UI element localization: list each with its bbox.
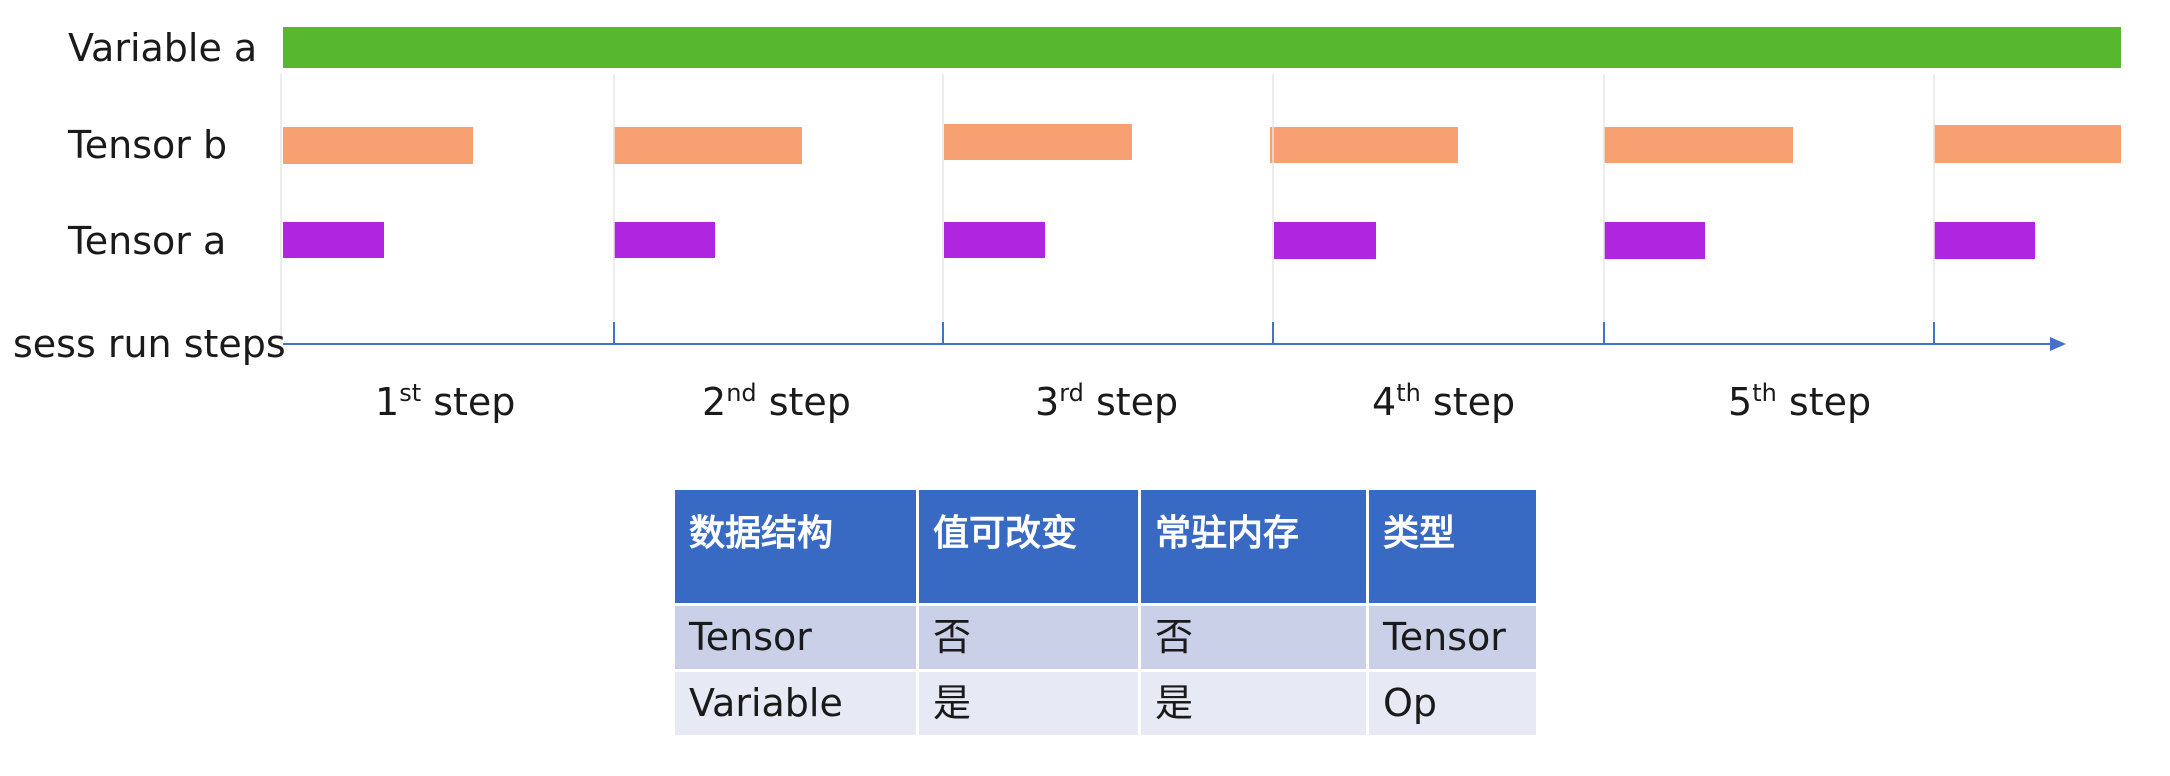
table-header-type: 类型 (1366, 487, 1539, 606)
table-cell: 否 (1138, 603, 1369, 672)
bar-tensor-b (944, 124, 1132, 160)
row-label-variable-a: Variable a (68, 26, 257, 70)
table-cell: Op (1366, 669, 1539, 738)
step-label-5: 5th step (1728, 379, 1871, 424)
table-cell: Tensor (1366, 603, 1539, 672)
table-row: Variable 是 是 Op (672, 669, 1539, 738)
bar-tensor-b (283, 127, 473, 164)
data-structure-table: 数据结构 值可改变 常驻内存 类型 Tensor 否 否 Tensor Vari… (672, 487, 1539, 738)
table-cell: 是 (916, 669, 1141, 738)
bar-tensor-b (1270, 127, 1458, 163)
axis-arrow (2050, 337, 2066, 351)
bar-tensor-b (614, 127, 802, 164)
step-divider-lines (280, 74, 1935, 344)
table-cell: 是 (1138, 669, 1369, 738)
timeline-axis (283, 322, 2066, 351)
table-cell: Tensor (672, 603, 919, 672)
axis-label: sess run steps (13, 322, 286, 366)
bar-tensor-a (1934, 222, 2035, 259)
row-label-tensor-a: Tensor a (67, 219, 226, 263)
bar-tensor-a (283, 222, 384, 258)
bar-tensor-a (944, 222, 1045, 258)
table-cell: Variable (672, 669, 919, 738)
table-cell: 否 (916, 603, 1141, 672)
bar-tensor-b (1604, 127, 1793, 163)
table-header-mutable: 值可改变 (916, 487, 1141, 606)
row-label-tensor-b: Tensor b (67, 123, 227, 167)
bar-variable-a (283, 27, 2121, 68)
bar-tensor-a (1604, 222, 1705, 259)
step-label-4: 4th step (1372, 379, 1515, 424)
bar-tensor-a (614, 222, 715, 258)
step-label-1: 1st step (375, 379, 515, 424)
bar-tensor-a (1274, 222, 1376, 259)
table-header-structure: 数据结构 (672, 487, 919, 606)
step-label-3: 3rd step (1035, 379, 1178, 424)
bar-tensor-b (1934, 125, 2121, 163)
table-header-resident: 常驻内存 (1138, 487, 1369, 606)
table-row: Tensor 否 否 Tensor (672, 603, 1539, 672)
step-label-2: 2nd step (702, 379, 851, 424)
bars-layer (283, 27, 2121, 259)
lifecycle-diagram: Variable a Tensor b Tensor a sess run st… (13, 26, 2121, 424)
